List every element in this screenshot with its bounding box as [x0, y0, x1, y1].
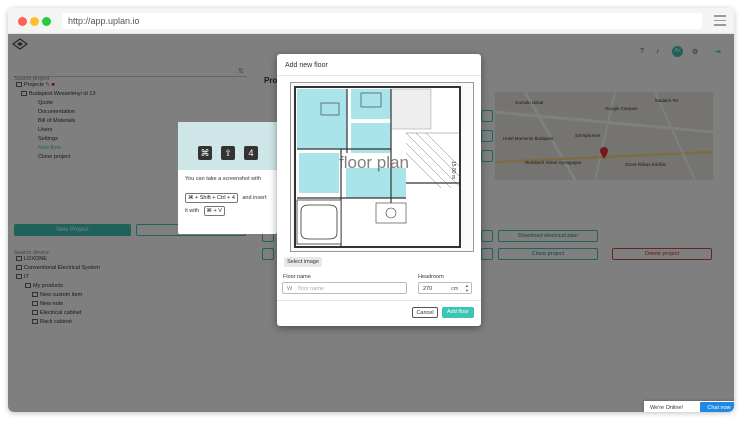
tooltip-preview: ⌘ ⇧ 4 [178, 122, 277, 170]
browser-titlebar: http://app.uplan.io [8, 8, 734, 34]
headroom-label: Headroom [418, 274, 444, 280]
four-key-icon: 4 [244, 146, 258, 160]
headroom-input[interactable]: 270 cm ▲ ▼ [418, 282, 472, 294]
add-floor-button[interactable]: Add floor [442, 307, 474, 318]
tooltip-text-line3: it with [185, 208, 200, 214]
modal-title: Add new floor [285, 62, 328, 69]
dimension-label: 15.80 m [450, 161, 456, 180]
tooltip-text-line1: You can take a screenshot with [185, 176, 261, 182]
browser-window: http://app.uplan.io Search project ⇅ Pro… [8, 8, 734, 412]
chat-widget[interactable]: We're Online! Chat now [644, 401, 734, 412]
tooltip-text-line2: and insert [242, 195, 267, 201]
floor-name-label: Floor name [283, 274, 311, 280]
chat-status: We're Online! [650, 405, 684, 411]
tooltip-line3: it with ⌘ + V [185, 199, 225, 217]
floor-name-placeholder: floor name [298, 286, 324, 292]
floor-plan-watermark: floor plan [339, 153, 409, 172]
cancel-button[interactable]: Cancel [412, 307, 438, 318]
url-text: http://app.uplan.io [68, 16, 140, 26]
shift-key-icon: ⇧ [221, 146, 235, 160]
headroom-value: 270 [423, 286, 433, 292]
browser-menu-icon[interactable] [714, 15, 726, 26]
screenshot-tooltip: ⌘ ⇧ 4 You can take a screenshot with ⌘ +… [178, 122, 277, 234]
maximize-window-icon[interactable] [42, 17, 51, 26]
floor-name-prefix: W [287, 286, 293, 292]
address-bar[interactable]: http://app.uplan.io [62, 13, 702, 29]
floor-name-input[interactable]: W floor name [282, 282, 407, 294]
chat-now-button[interactable]: Chat now [700, 402, 734, 412]
cmd-key-icon: ⌘ [198, 146, 212, 160]
shortcut-paste: ⌘ + V [203, 206, 225, 216]
modal-divider [277, 75, 481, 76]
headroom-unit: cm [451, 286, 459, 292]
floor-plan-preview[interactable]: floor plan 15.80 m [290, 82, 474, 252]
modal-footer-divider [277, 300, 481, 301]
add-floor-modal: Add new floor floor plan 15.80 m Select … [277, 54, 481, 326]
headroom-stepper-icon[interactable]: ▲ ▼ [465, 283, 469, 293]
minimize-window-icon[interactable] [30, 17, 39, 26]
select-image-button[interactable]: Select image [284, 257, 322, 267]
close-window-icon[interactable] [18, 17, 27, 26]
